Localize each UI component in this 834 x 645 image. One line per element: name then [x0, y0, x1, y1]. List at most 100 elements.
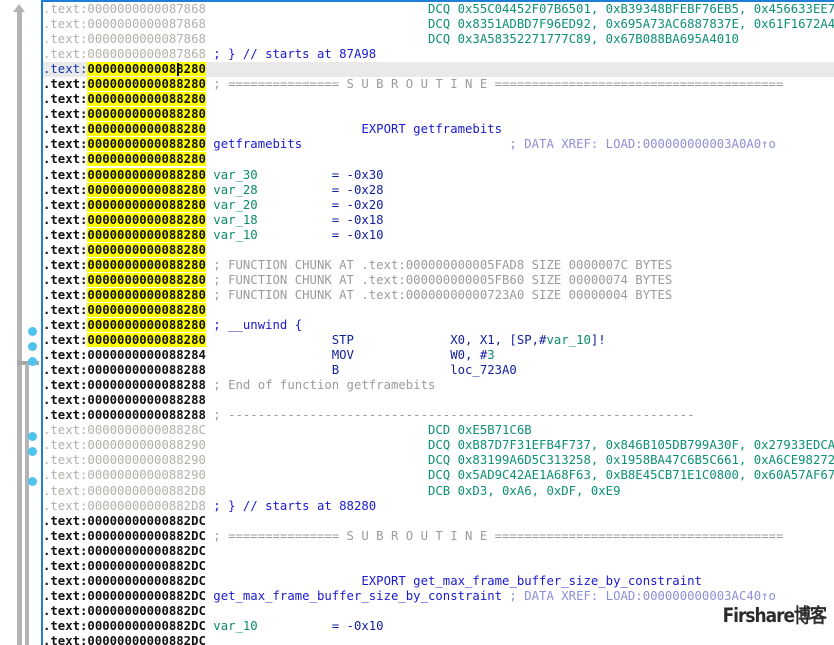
disassembly-listing[interactable]: .text:0000000000087868 DCQ 0x55C04452F07… — [41, 2, 834, 645]
disassembly-line[interactable]: .text:0000000000088280 ; FUNCTION CHUNK … — [43, 287, 834, 303]
disassembly-line[interactable]: .text:0000000000088280 EXPORT getframebi… — [43, 122, 834, 137]
line-segment-prefix: .text: — [43, 513, 88, 528]
disassembly-line[interactable]: .text:0000000000088280 — [43, 92, 834, 107]
line-text: ; __unwind { — [205, 317, 303, 332]
disassembly-line[interactable]: .text:0000000000088280 — [43, 62, 834, 78]
disassembly-line[interactable]: .text:00000000000882D8 ; } // starts at … — [43, 499, 834, 514]
text-cursor — [177, 63, 179, 77]
disassembly-line[interactable]: .text:00000000000882DC get_max_frame_buf… — [43, 589, 834, 604]
disassembly-line[interactable]: .text:0000000000088280 ; FUNCTION CHUNK … — [43, 257, 834, 273]
line-segment-prefix: .text: — [43, 558, 88, 573]
line-text: = -0x10 — [257, 227, 384, 242]
disassembly-line[interactable]: .text:00000000000882DC — [43, 604, 834, 619]
disassembly-line[interactable]: .text:00000000000882DC — [43, 634, 834, 645]
disassembly-line[interactable]: .text:000000000008828C DCD 0xE5B71C6B — [43, 423, 834, 438]
marker-dot-5[interactable] — [28, 447, 37, 456]
disassembly-line[interactable]: .text:00000000000882D8 DCB 0xD3, 0xA6, 0… — [43, 484, 834, 499]
line-text: var_20 — [205, 197, 258, 212]
line-address: 00000000000882DC — [87, 618, 206, 633]
line-address: 0000000000088288 — [87, 408, 206, 423]
line-text: = -0x28 — [257, 182, 384, 197]
line-text: var_28 — [205, 182, 258, 197]
disassembly-line[interactable]: .text:0000000000088280 — [43, 242, 834, 258]
marker-dot-1[interactable] — [28, 327, 37, 336]
marker-dot-3[interactable] — [28, 357, 37, 366]
disassembly-line[interactable]: .text:0000000000088280 ; __unwind { — [43, 317, 834, 333]
marker-dot-2[interactable] — [28, 342, 37, 351]
disassembly-line[interactable]: .text:0000000000087868 DCQ 0x3A583522717… — [43, 32, 834, 47]
line-address: 0000000000087868 — [87, 47, 206, 62]
disassembly-line[interactable]: .text:0000000000088280 getframebits ; DA… — [43, 137, 834, 152]
line-text: EXPORT get_max_frame_buffer_size_by_cons… — [205, 573, 702, 588]
disassembly-line[interactable]: .text:0000000000088280 ; ===============… — [43, 77, 834, 92]
disassembly-line[interactable]: .text:00000000000882DC — [43, 559, 834, 574]
line-segment-prefix: .text: — [43, 588, 88, 603]
line-address: 0000000000088280 — [87, 62, 206, 77]
line-address: 00000000000882DC — [87, 558, 206, 573]
line-segment-prefix: .text: — [43, 197, 88, 212]
disassembly-line[interactable]: .text:0000000000088290 DCQ 0x83199A6D5C3… — [43, 453, 834, 468]
disassembly-line[interactable]: .text:00000000000882DC — [43, 514, 834, 529]
line-address: 00000000000882DC — [87, 603, 206, 618]
disassembly-line[interactable]: .text:00000000000882DC ; ===============… — [43, 529, 834, 544]
line-segment-prefix: .text: — [43, 438, 88, 453]
disassembly-line[interactable]: .text:0000000000088290 DCQ 0xB87D7F31EFB… — [43, 438, 834, 453]
disassembly-line[interactable]: .text:0000000000088280 STP X0, X1, [SP,#… — [43, 333, 834, 348]
line-text: DCQ 0x83199A6D5C313258, 0x1958BA47C6B5C6… — [205, 453, 834, 468]
line-segment-prefix: .text: — [43, 423, 88, 438]
line-segment-prefix: .text: — [43, 2, 88, 16]
disassembly-line[interactable]: .text:0000000000087868 DCQ 0x55C04452F07… — [43, 2, 834, 17]
line-text: B loc_723A0 — [205, 363, 517, 378]
line-address: 000000000008828C — [87, 423, 206, 438]
line-text: STP X0, X1, [SP,# — [205, 333, 547, 348]
disassembly-line[interactable]: .text:00000000000882DC var_10 = -0x10 — [43, 619, 834, 634]
line-segment-prefix: .text: — [43, 333, 88, 348]
line-address: 0000000000088280 — [87, 122, 206, 137]
line-text: ; FUNCTION CHUNK AT .text:000000000005FA… — [205, 257, 673, 272]
disassembly-line[interactable]: .text:0000000000088280 — [43, 152, 834, 167]
disassembly-line[interactable]: .text:0000000000088290 DCQ 0x5AD9C42AE1A… — [43, 468, 834, 483]
disassembly-line[interactable]: .text:0000000000088284 MOV W0, #3 — [43, 348, 834, 363]
line-text: getframebits — [205, 137, 303, 152]
line-address: 00000000000882DC — [87, 573, 206, 588]
arrow-gutter[interactable] — [0, 0, 41, 645]
disassembly-line[interactable]: .text:0000000000087868 ; } // starts at … — [43, 47, 834, 62]
line-address: 0000000000088280 — [87, 77, 206, 92]
marker-dot-4[interactable] — [28, 432, 37, 441]
line-address: 0000000000088280 — [87, 227, 206, 242]
disassembly-line[interactable]: .text:0000000000088280 ; FUNCTION CHUNK … — [43, 272, 834, 288]
line-text: DCQ 0x8351ADBD7F96ED92, 0x695A73AC688783… — [205, 17, 834, 32]
line-address: 00000000000882D8 — [87, 483, 206, 498]
line-segment-prefix: .text: — [43, 468, 88, 483]
disassembly-line[interactable]: .text:0000000000088288 — [43, 393, 834, 408]
disassembly-line[interactable]: .text:0000000000088280 var_18 = -0x18 — [43, 212, 834, 228]
disassembly-line[interactable]: .text:0000000000088280 — [43, 302, 834, 318]
line-text: MOV W0, # — [205, 348, 488, 363]
disassembly-line[interactable]: .text:0000000000088288 B loc_723A0 — [43, 363, 834, 378]
line-address: 00000000000882DC — [87, 513, 206, 528]
disassembly-line[interactable]: .text:00000000000882DC — [43, 544, 834, 559]
marker-dot-6[interactable] — [28, 477, 37, 486]
disassembly-line[interactable]: .text:0000000000088288 ; End of function… — [43, 378, 834, 393]
line-text: ; } // starts at 87A98 — [205, 47, 377, 62]
line-address: 00000000000882DC — [87, 633, 206, 645]
line-text: ; End of function getframebits — [205, 378, 436, 393]
disassembly-line[interactable]: .text:0000000000088280 var_20 = -0x20 — [43, 197, 834, 213]
disassembly-line[interactable]: .text:0000000000088280 var_28 = -0x28 — [43, 182, 834, 198]
disassembly-line[interactable]: .text:0000000000088288 ; ---------------… — [43, 408, 834, 423]
line-text: ; } // starts at 88280 — [205, 498, 377, 513]
line-text: var_10 — [546, 333, 591, 348]
line-segment-prefix: .text: — [43, 32, 88, 47]
line-segment-prefix: .text: — [43, 378, 88, 393]
line-text: var_18 — [205, 212, 258, 227]
line-text: DCB 0xD3, 0xA6, 0xDF, 0xE9 — [205, 483, 621, 498]
line-address: 00000000000882DC — [87, 528, 206, 543]
line-segment-prefix: .text: — [43, 107, 88, 122]
disassembly-line[interactable]: .text:0000000000088280 — [43, 107, 834, 122]
line-segment-prefix: .text: — [43, 453, 88, 468]
disassembly-line[interactable]: .text:0000000000088280 var_10 = -0x10 — [43, 227, 834, 243]
disassembly-line[interactable]: .text:0000000000088280 var_30 = -0x30 — [43, 167, 834, 183]
disassembly-line[interactable]: .text:0000000000087868 DCQ 0x8351ADBD7F9… — [43, 17, 834, 32]
line-address: 0000000000088280 — [87, 272, 206, 287]
disassembly-line[interactable]: .text:00000000000882DC EXPORT get_max_fr… — [43, 574, 834, 589]
